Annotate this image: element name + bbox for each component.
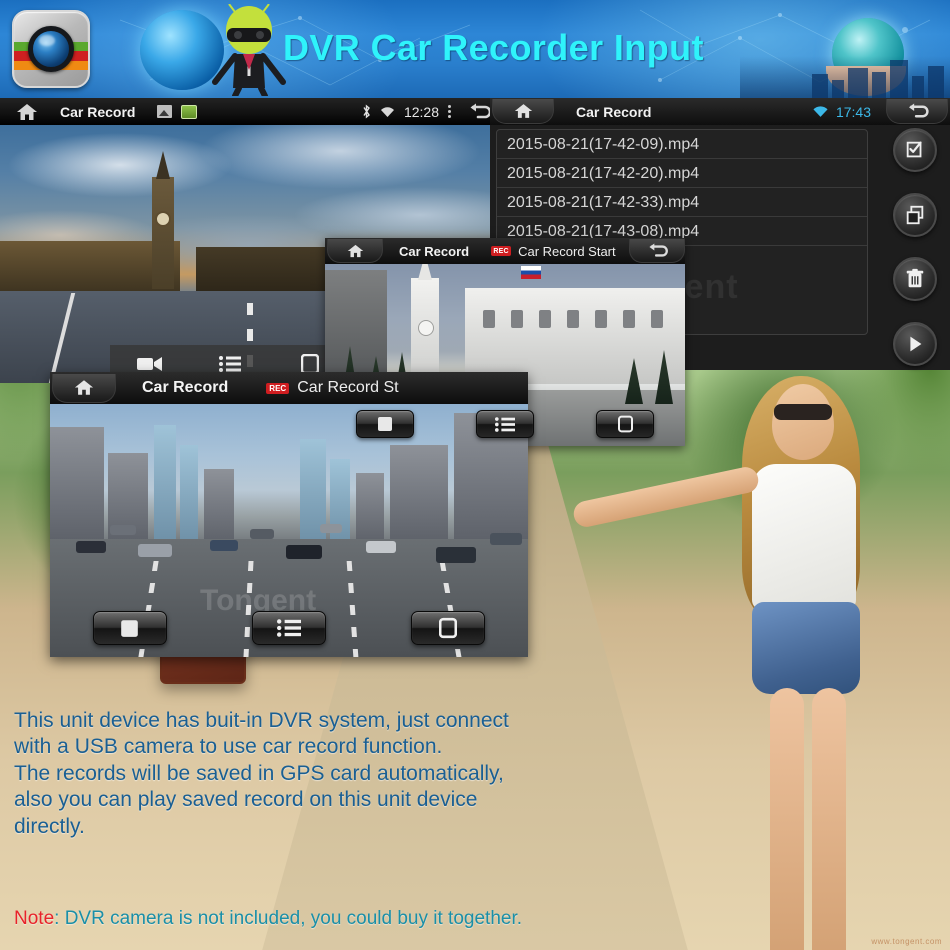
bluetooth-icon xyxy=(363,104,370,119)
stop-square-icon xyxy=(121,619,138,637)
play-button[interactable] xyxy=(893,321,937,366)
copy-button[interactable] xyxy=(893,192,937,237)
stop-button[interactable] xyxy=(356,410,414,438)
leg-right xyxy=(812,688,846,950)
rec-badge: REC xyxy=(266,382,290,394)
page-root: DVR Car Recorder Input Car Record 12:28 … xyxy=(0,0,950,950)
file-panel-title: Car Record xyxy=(576,103,652,120)
home-icon xyxy=(347,244,363,257)
denim-shorts xyxy=(752,602,860,694)
list-item[interactable]: 2015-08-21(17-42-20).mp4 xyxy=(497,159,867,188)
image-icon[interactable] xyxy=(157,105,173,118)
stop-square-icon xyxy=(378,417,392,431)
back-panel-list-button[interactable] xyxy=(190,356,270,372)
play-icon xyxy=(910,336,922,352)
fullscreen-button[interactable] xyxy=(596,410,654,438)
description-line-5: directly. xyxy=(14,814,85,838)
head xyxy=(772,384,834,460)
more-vertical-icon[interactable] xyxy=(448,105,452,118)
file-panel-right-group: 17:43 xyxy=(812,99,950,124)
clock-face xyxy=(155,211,171,227)
rec-badge: REC xyxy=(491,246,512,256)
fullscreen-button[interactable] xyxy=(411,611,486,645)
stop-button[interactable] xyxy=(92,611,167,645)
hitchhiker-woman-photo xyxy=(571,366,930,950)
copy-icon xyxy=(906,205,924,224)
android-robot-icon xyxy=(212,4,286,96)
description-text: This unit device has buit-in DVR system,… xyxy=(14,708,614,840)
mid-record-panel: Car Record REC Car Record Start xyxy=(325,238,685,446)
wifi-icon xyxy=(813,106,828,117)
camera-app-icon xyxy=(12,10,90,88)
mid-panel-titlebar: Car Record REC Car Record Start xyxy=(325,238,685,264)
low-panel-controls xyxy=(50,611,528,645)
note-prefix: Note xyxy=(14,908,55,929)
camcorder-icon xyxy=(137,357,162,371)
file-panel-clock: 17:43 xyxy=(835,103,871,120)
back-arrow-icon[interactable] xyxy=(467,103,491,121)
android-status-bar: Car Record 12:28 xyxy=(0,98,500,125)
note-body: DVR camera is not included, you could bu… xyxy=(64,908,523,929)
description-line-1: This unit device has buit-in DVR system,… xyxy=(14,709,509,732)
sunglasses xyxy=(774,404,832,420)
select-check-icon xyxy=(906,141,922,158)
list-icon xyxy=(495,416,515,432)
screenshot-icon[interactable] xyxy=(181,104,198,119)
list-button[interactable] xyxy=(251,611,326,645)
list-item[interactable]: 2015-08-21(17-42-33).mp4 xyxy=(497,188,867,217)
mid-panel-title: Car Record xyxy=(399,243,470,259)
home-icon xyxy=(514,104,532,118)
description-line-2: with a USB camera to use car record func… xyxy=(14,735,443,759)
file-panel-titlebar: Car Record 17:43 xyxy=(490,98,950,125)
low-panel-titlebar: Car Record REC Car Record St xyxy=(50,372,528,404)
fullscreen-icon xyxy=(301,354,319,374)
description-line-3: The records will be saved in GPS card au… xyxy=(14,761,504,785)
fullscreen-icon xyxy=(439,617,458,639)
trash-icon xyxy=(906,269,924,288)
building-right xyxy=(196,247,346,295)
fullscreen-icon xyxy=(617,415,633,433)
footer-watermark: www.tongent.com xyxy=(871,937,942,946)
tank-top xyxy=(752,464,856,610)
note-separator: : xyxy=(54,908,65,929)
back-button[interactable] xyxy=(629,239,685,263)
status-bar-title: Car Record xyxy=(60,103,136,120)
description-line-4: also you can play saved record on this u… xyxy=(14,788,478,812)
home-icon xyxy=(74,380,94,395)
back-arrow-icon xyxy=(908,102,929,117)
list-icon xyxy=(276,619,301,637)
wifi-icon xyxy=(380,106,394,117)
back-button[interactable] xyxy=(886,99,948,124)
status-bar-right-group: 12:28 xyxy=(362,103,500,121)
file-actions-toolbar xyxy=(888,128,942,366)
note-text: Note: DVR camera is not included, you co… xyxy=(14,908,634,930)
banner-title: DVR Car Recorder Input xyxy=(283,27,704,68)
mid-panel-controls xyxy=(325,410,685,438)
home-button[interactable] xyxy=(52,373,116,403)
list-item[interactable]: 2015-08-21(17-42-09).mp4 xyxy=(497,130,867,159)
camera-lens xyxy=(28,26,74,72)
home-button[interactable] xyxy=(492,99,554,124)
list-button[interactable] xyxy=(476,410,534,438)
home-button[interactable] xyxy=(327,239,383,263)
select-edit-button[interactable] xyxy=(893,128,937,172)
low-panel-status: Car Record St xyxy=(297,379,399,396)
list-icon xyxy=(219,356,241,372)
city-skyline-decoration xyxy=(740,56,950,98)
mid-panel-status: Car Record Start xyxy=(518,243,616,259)
big-ben-tower xyxy=(152,177,174,289)
low-panel-title: Car Record xyxy=(142,379,229,396)
russian-flag xyxy=(521,266,541,279)
status-bar-clock: 12:28 xyxy=(403,103,439,120)
delete-button[interactable] xyxy=(893,257,937,302)
home-icon[interactable] xyxy=(16,103,38,121)
back-panel-record-button[interactable] xyxy=(110,355,190,373)
back-arrow-icon xyxy=(649,242,668,257)
leg-left xyxy=(770,688,804,950)
header-banner: DVR Car Recorder Input xyxy=(0,0,950,98)
